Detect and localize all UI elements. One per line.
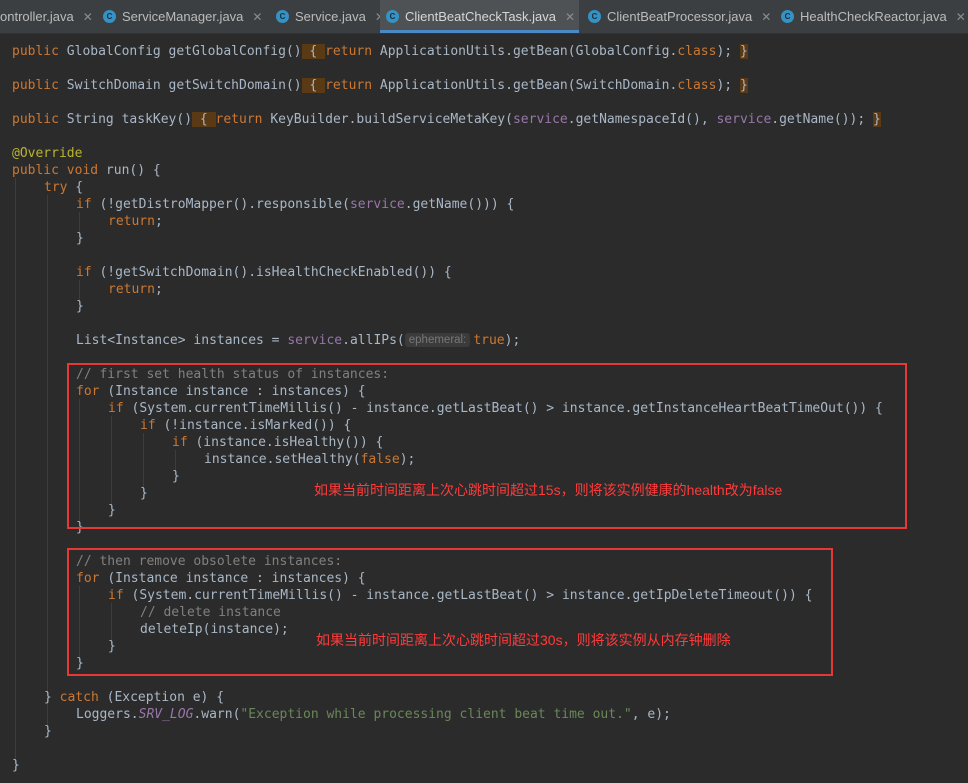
code-line: Loggers.SRV_LOG.warn("Exception while pr… bbox=[76, 707, 671, 722]
code-line: if (!getSwitchDomain().isHealthCheckEnab… bbox=[76, 265, 452, 280]
java-class-icon: C bbox=[781, 10, 794, 23]
editor-tab-bar: ontroller.java ✕ C ServiceManager.java ✕… bbox=[0, 0, 968, 34]
code-line: public String taskKey() { return KeyBuil… bbox=[12, 112, 881, 127]
code-line: if (!getDistroMapper().responsible(servi… bbox=[76, 197, 515, 212]
tab-controller[interactable]: ontroller.java ✕ bbox=[0, 0, 96, 33]
code-line: } bbox=[76, 299, 84, 314]
tab-service-manager[interactable]: C ServiceManager.java ✕ bbox=[97, 0, 273, 33]
annotation-note-health: 如果当前时间距离上次心跳时间超过15s，则将该实例健康的health改为fals… bbox=[314, 482, 783, 498]
code-line: } bbox=[12, 758, 20, 773]
code-line: } bbox=[44, 724, 52, 739]
code-line: try { bbox=[44, 180, 84, 195]
java-class-icon: C bbox=[276, 10, 289, 23]
tab-health-check-reactor[interactable]: C HealthCheckReactor.java ✕ bbox=[775, 0, 968, 33]
close-icon[interactable]: ✕ bbox=[761, 10, 771, 24]
code-line: public GlobalConfig getGlobalConfig() { … bbox=[12, 44, 748, 59]
code-line: } catch (Exception e) { bbox=[44, 690, 225, 705]
close-icon[interactable]: ✕ bbox=[83, 10, 93, 24]
override-annotation: @Override bbox=[12, 146, 83, 161]
tab-label: ServiceManager.java bbox=[122, 9, 244, 24]
close-icon[interactable]: ✕ bbox=[956, 10, 966, 24]
tab-service[interactable]: C Service.java ✕ bbox=[270, 0, 386, 33]
annotation-box-health bbox=[67, 363, 907, 529]
annotation-box-delete bbox=[67, 548, 833, 676]
close-icon[interactable]: ✕ bbox=[252, 10, 262, 24]
tab-label: Service.java bbox=[295, 9, 366, 24]
indent-guide bbox=[15, 178, 16, 768]
java-class-icon: C bbox=[588, 10, 601, 23]
tab-label: ClientBeatCheckTask.java bbox=[405, 9, 557, 24]
tab-label: ClientBeatProcessor.java bbox=[607, 9, 753, 24]
code-line: } bbox=[76, 231, 84, 246]
tab-client-beat-check-task[interactable]: C ClientBeatCheckTask.java ✕ bbox=[380, 0, 579, 33]
code-line: return; bbox=[108, 214, 163, 229]
tab-label: ontroller.java bbox=[0, 9, 74, 24]
java-class-icon: C bbox=[386, 10, 399, 23]
tab-label: HealthCheckReactor.java bbox=[800, 9, 947, 24]
indent-guide bbox=[47, 195, 48, 725]
parameter-hint: ephemeral: bbox=[404, 333, 471, 347]
code-line: return; bbox=[108, 282, 163, 297]
annotation-note-delete: 如果当前时间距离上次心跳时间超过30s，则将该实例从内存钟删除 bbox=[316, 632, 731, 648]
code-line: public SwitchDomain getSwitchDomain() { … bbox=[12, 78, 748, 93]
code-editor[interactable]: public GlobalConfig getGlobalConfig() { … bbox=[0, 34, 968, 783]
close-icon[interactable]: ✕ bbox=[565, 10, 575, 24]
code-line: public void run() { bbox=[12, 163, 161, 178]
code-line: List<Instance> instances = service.allIP… bbox=[76, 333, 521, 348]
java-class-icon: C bbox=[103, 10, 116, 23]
indent-guide bbox=[47, 705, 48, 725]
tab-client-beat-processor[interactable]: C ClientBeatProcessor.java ✕ bbox=[582, 0, 776, 33]
